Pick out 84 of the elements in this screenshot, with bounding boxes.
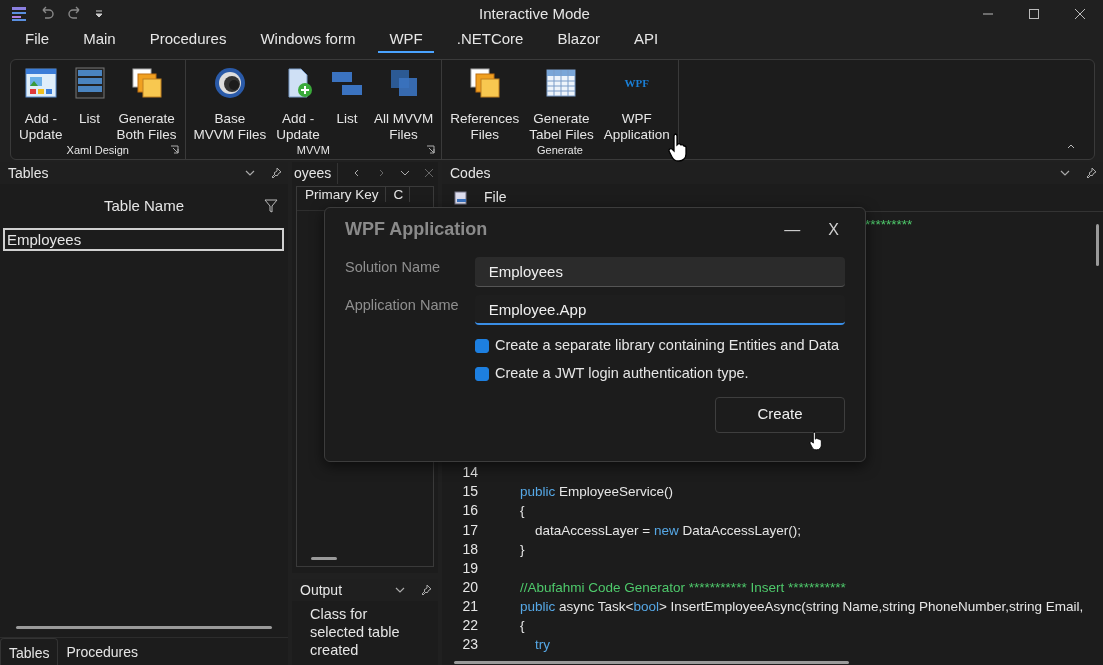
code-line: try (534, 637, 550, 653)
line-number: 21 (461, 596, 478, 616)
launcher-icon[interactable] (169, 145, 179, 154)
scrollbar[interactable] (454, 661, 849, 664)
field-label: Application Name (345, 296, 460, 315)
ribbon-button[interactable]: All MVVM Files (373, 60, 434, 143)
ribbon-button[interactable]: Generate Both Files (116, 60, 177, 143)
toolbar-menu[interactable]: File (484, 187, 507, 208)
checkbox[interactable] (475, 338, 489, 353)
code-line: } (520, 541, 525, 557)
column-header: C (385, 187, 411, 202)
group-label: Generate (537, 143, 583, 157)
file-icon[interactable] (454, 190, 468, 205)
group-label: Xaml Design (66, 143, 129, 157)
close-button[interactable]: X (822, 217, 845, 242)
line-number: 19 (461, 558, 478, 578)
menu-tab[interactable]: Windows form (249, 29, 367, 53)
launcher-icon[interactable] (426, 145, 436, 154)
list-icon (72, 66, 107, 100)
text-field[interactable]: Employees (474, 257, 845, 287)
pin-icon[interactable] (270, 167, 282, 179)
checkbox-label: Create a JWT login authentication type. (495, 363, 749, 383)
checkbox-label: Create a separate library containing Entities and Data (495, 336, 840, 355)
code-line: public async Task<bool> InsertEmployeeAsync(string Name,string PhoneNumber,string Email, (520, 598, 1084, 614)
copy-icon (129, 66, 164, 100)
document-tab[interactable]: oyees (292, 162, 339, 184)
line-number: 14 (461, 463, 478, 483)
pin-icon[interactable] (420, 584, 432, 596)
code-line: public EmployeeService() (520, 484, 674, 500)
column-header: Table Name (103, 195, 184, 216)
ribbon-button[interactable]: WPF WPF Application (603, 60, 670, 143)
pane-tab[interactable]: Tables (0, 637, 59, 665)
ribbon-button[interactable]: Base MVVM Files (193, 60, 267, 143)
ribbon-button[interactable]: References Files (450, 60, 520, 143)
ribbon-button[interactable]: Generate Tabel Files (529, 60, 594, 143)
chevron-icon[interactable] (400, 168, 411, 178)
line-number: 20 (461, 577, 478, 597)
code-line: { (520, 503, 525, 519)
ribbon-button[interactable]: List (72, 60, 107, 143)
line-number: 23 (461, 635, 478, 655)
pin-icon[interactable] (1085, 167, 1097, 179)
output-message: Class for selected table created (309, 605, 401, 659)
ribbon-button[interactable]: List (329, 60, 364, 143)
line-number: 22 (461, 616, 478, 636)
app-icon (10, 5, 28, 23)
ribbon-button[interactable]: Add - Update (19, 60, 63, 143)
line-number: 15 (461, 482, 478, 502)
line-number: 17 (461, 520, 478, 540)
ribbon-button[interactable]: Add - Update (276, 60, 320, 143)
scrollbar[interactable] (16, 626, 272, 629)
dialog-title: WPF Application (345, 218, 488, 241)
window-icon (23, 66, 58, 100)
code-line: { (520, 618, 525, 634)
pane-title: Output (300, 580, 343, 600)
code-line: ********* (865, 217, 913, 232)
grid-icon (544, 66, 579, 100)
filter-icon[interactable] (264, 199, 278, 213)
window-title: Interactive Mode (478, 3, 591, 24)
menu-tab[interactable]: .NETCore (445, 29, 535, 53)
menu-tab[interactable]: Procedures (138, 29, 238, 53)
hand-cursor-icon (808, 430, 824, 451)
menu-tab[interactable]: API (623, 29, 670, 53)
field-label: Solution Name (345, 258, 442, 277)
menu-tab[interactable]: Blazor (546, 29, 611, 53)
scrollbar[interactable] (1096, 224, 1099, 266)
menu-tab[interactable]: Main (72, 29, 127, 53)
table-row[interactable]: Employees (3, 228, 284, 251)
line-number: 18 (461, 539, 478, 559)
minimize-button[interactable]: — (778, 217, 807, 242)
menu-tab[interactable]: WPF (378, 29, 434, 53)
scrollbar[interactable] (311, 557, 337, 560)
pane-title: Tables (8, 163, 49, 183)
pane-title: Codes (450, 163, 491, 183)
code-line: //Abufahmi Code Generator *********** Insert *********** (520, 579, 846, 595)
line-number: 16 (461, 501, 478, 521)
create-button[interactable]: Create (715, 396, 845, 433)
code-line: dataAccessLayer = new DataAccessLayer(); (534, 522, 801, 538)
menu-tab[interactable]: File (14, 29, 61, 53)
group-label: MVVM (296, 143, 330, 157)
pane-tab[interactable]: Procedures (58, 638, 147, 665)
checkbox[interactable] (475, 366, 489, 381)
column-header: Primary Key (297, 187, 386, 202)
copy-icon (467, 66, 502, 100)
swirl-icon (212, 66, 247, 100)
